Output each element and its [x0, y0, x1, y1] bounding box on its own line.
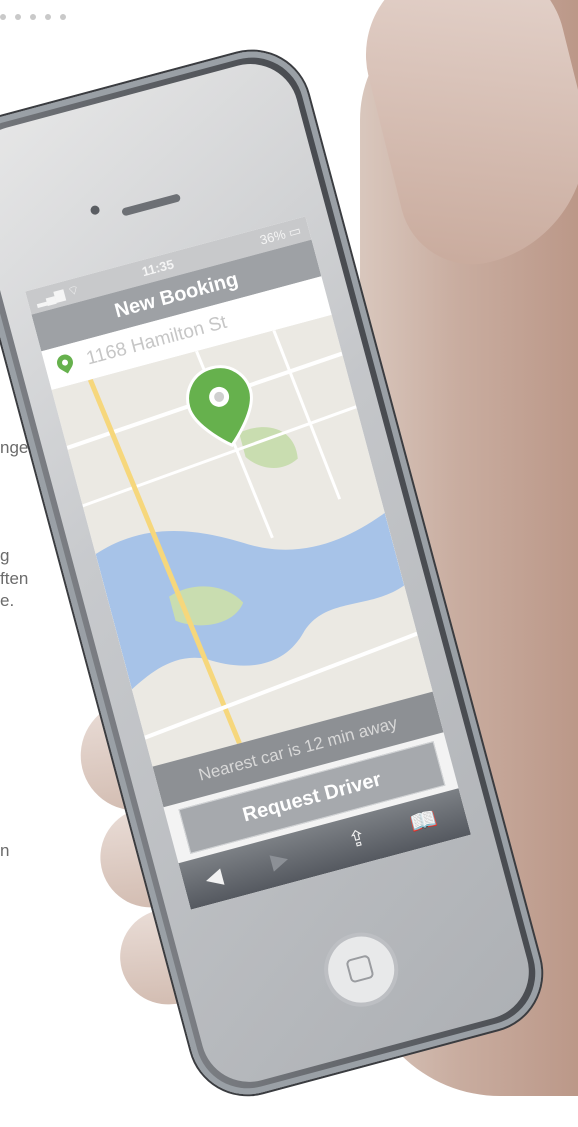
- dot: [15, 14, 21, 20]
- decorative-dots: [0, 14, 66, 20]
- text-fragment: g: [0, 546, 10, 565]
- status-time: 11:35: [140, 256, 176, 280]
- map-pin-icon: [54, 351, 76, 374]
- dot: [0, 14, 6, 20]
- dot: [30, 14, 36, 20]
- bookmarks-icon[interactable]: 📖: [407, 805, 440, 837]
- forward-arrow-icon[interactable]: ▶: [268, 845, 291, 874]
- dot: [60, 14, 66, 20]
- text-fragment: n: [0, 841, 10, 860]
- text-fragment: e.: [0, 591, 15, 610]
- back-arrow-icon[interactable]: ◀: [202, 863, 225, 892]
- share-icon[interactable]: ⇪: [345, 824, 370, 854]
- dot: [45, 14, 51, 20]
